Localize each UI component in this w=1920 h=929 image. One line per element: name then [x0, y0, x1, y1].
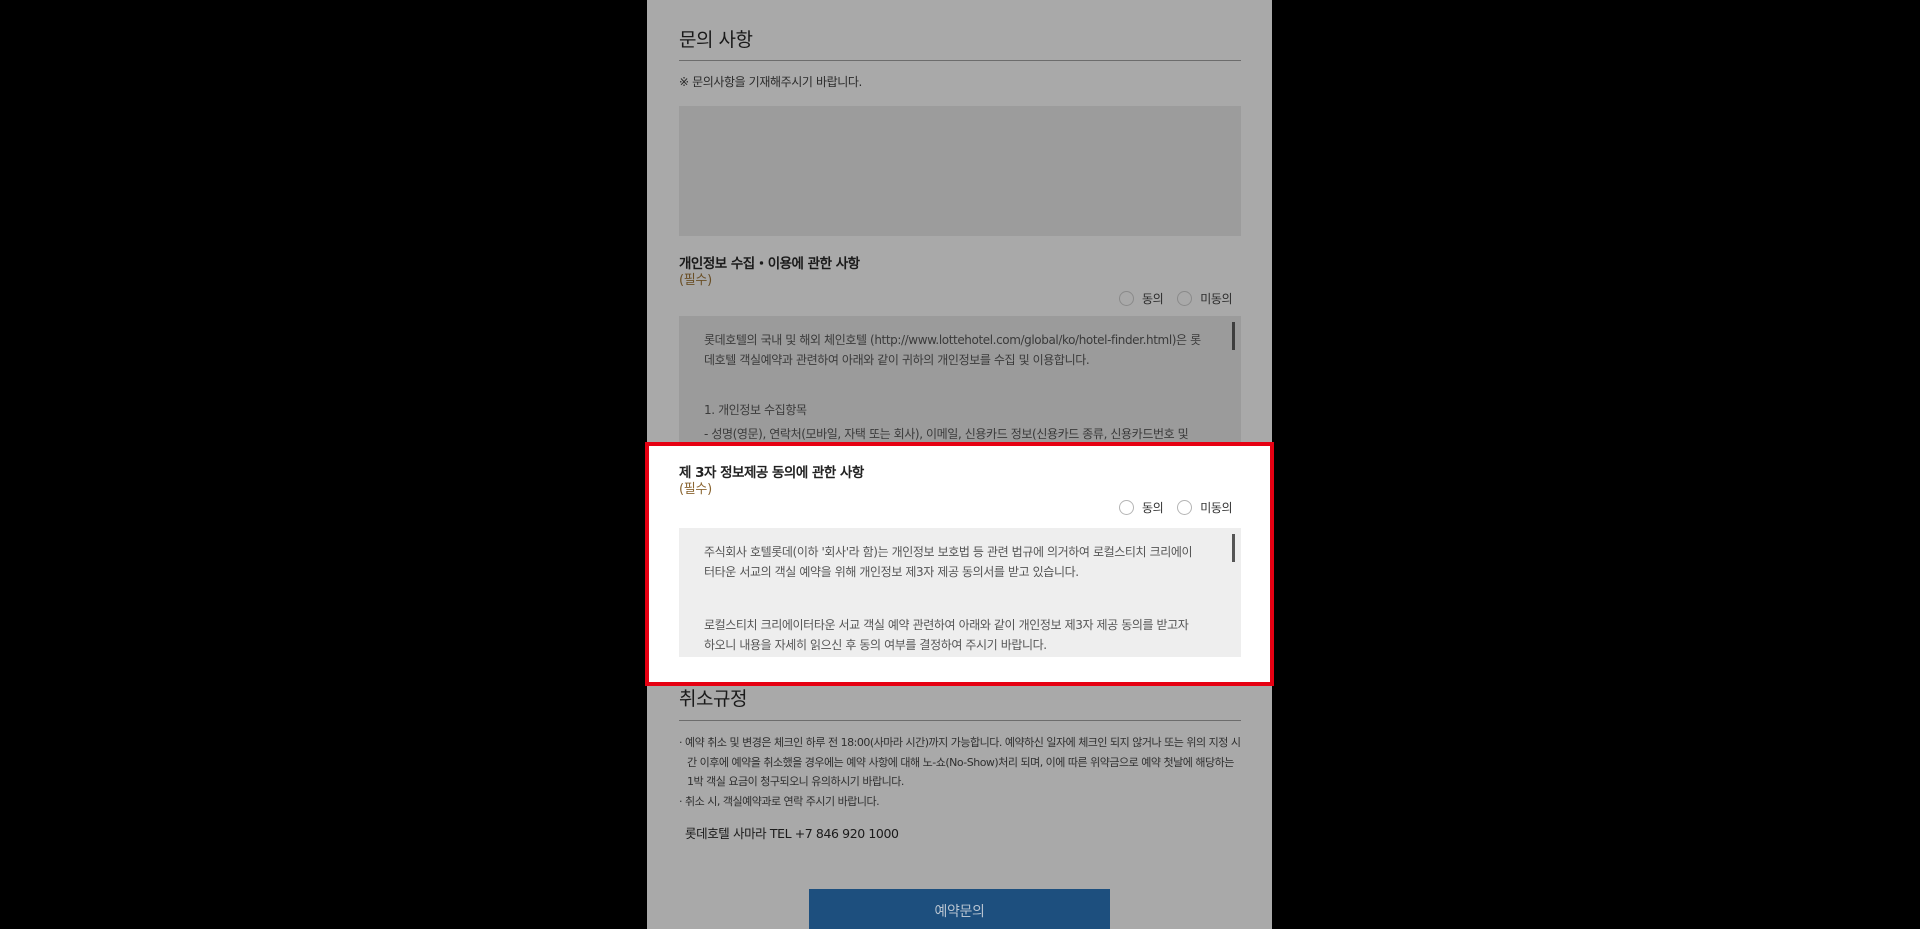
cancel-section-title: 취소규정: [679, 688, 747, 710]
third-party-agree-radio[interactable]: 동의: [1119, 499, 1164, 516]
privacy-scrollbar[interactable]: [1232, 322, 1235, 350]
third-party-terms-box[interactable]: 주식회사 호텔롯데(이하 '회사'라 함)는 개인정보 보호법 등 관련 법규에…: [679, 528, 1241, 657]
privacy-radio-group: 동의 미동의: [1119, 290, 1233, 307]
privacy-disagree-label: 미동의: [1200, 292, 1233, 306]
cancel-policy-item: · 예약 취소 및 변경은 체크인 하루 전 18:00(사마라 시간)까지 가…: [679, 736, 1241, 788]
third-party-scrollbar[interactable]: [1232, 534, 1235, 562]
privacy-terms-box[interactable]: 롯데호텔의 국내 및 해외 체인호텔 (http://www.lottehote…: [679, 316, 1241, 442]
privacy-required-label: (필수): [679, 273, 712, 288]
privacy-agree-label: 동의: [1142, 292, 1164, 306]
cancel-policy-item: · 취소 시, 객실예약과로 연락 주시기 바랍니다.: [679, 794, 880, 808]
privacy-agree-radio[interactable]: 동의: [1119, 290, 1164, 307]
third-party-required-label: (필수): [679, 482, 712, 497]
radio-circle-icon[interactable]: [1119, 291, 1134, 306]
cancel-divider: [679, 720, 1241, 721]
reservation-inquiry-button[interactable]: 예약문의: [809, 889, 1110, 929]
privacy-paragraph: 롯데호텔의 국내 및 해외 체인호텔 (http://www.lottehote…: [704, 333, 1201, 367]
inquiry-note: ※ 문의사항을 기재해주시기 바랍니다.: [679, 75, 862, 89]
privacy-disagree-radio[interactable]: 미동의: [1177, 290, 1233, 307]
third-party-disagree-radio[interactable]: 미동의: [1177, 499, 1233, 516]
inquiry-textarea[interactable]: [679, 106, 1241, 236]
radio-circle-icon[interactable]: [1119, 500, 1134, 515]
third-party-agree-label: 동의: [1142, 501, 1164, 515]
cancel-policy-list: · 예약 취소 및 변경은 체크인 하루 전 18:00(사마라 시간)까지 가…: [679, 733, 1241, 811]
third-party-consent-panel: 제 3자 정보제공 동의에 관한 사항 (필수) 동의 미동의 주식회사 호텔롯…: [645, 442, 1274, 686]
privacy-paragraph: - 성명(영문), 연락처(모바일, 자택 또는 회사), 이메일, 신용카드 …: [704, 427, 1189, 441]
hotel-phone: 롯데호텔 사마라 TEL +7 846 920 1000: [685, 826, 899, 841]
inquiry-section-title: 문의 사항: [679, 29, 753, 51]
third-party-paragraph: 로컬스티치 크리에이터타운 서교 객실 예약 관련하여 아래와 같이 개인정보 …: [704, 618, 1189, 652]
privacy-heading: 1. 개인정보 수집항목: [704, 403, 807, 417]
inquiry-divider: [679, 60, 1241, 61]
radio-circle-icon[interactable]: [1177, 500, 1193, 515]
third-party-paragraph: 주식회사 호텔롯데(이하 '회사'라 함)는 개인정보 보호법 등 관련 법규에…: [704, 545, 1193, 579]
radio-circle-icon[interactable]: [1177, 291, 1193, 306]
third-party-radio-group: 동의 미동의: [1119, 499, 1233, 516]
third-party-disagree-label: 미동의: [1200, 501, 1233, 515]
